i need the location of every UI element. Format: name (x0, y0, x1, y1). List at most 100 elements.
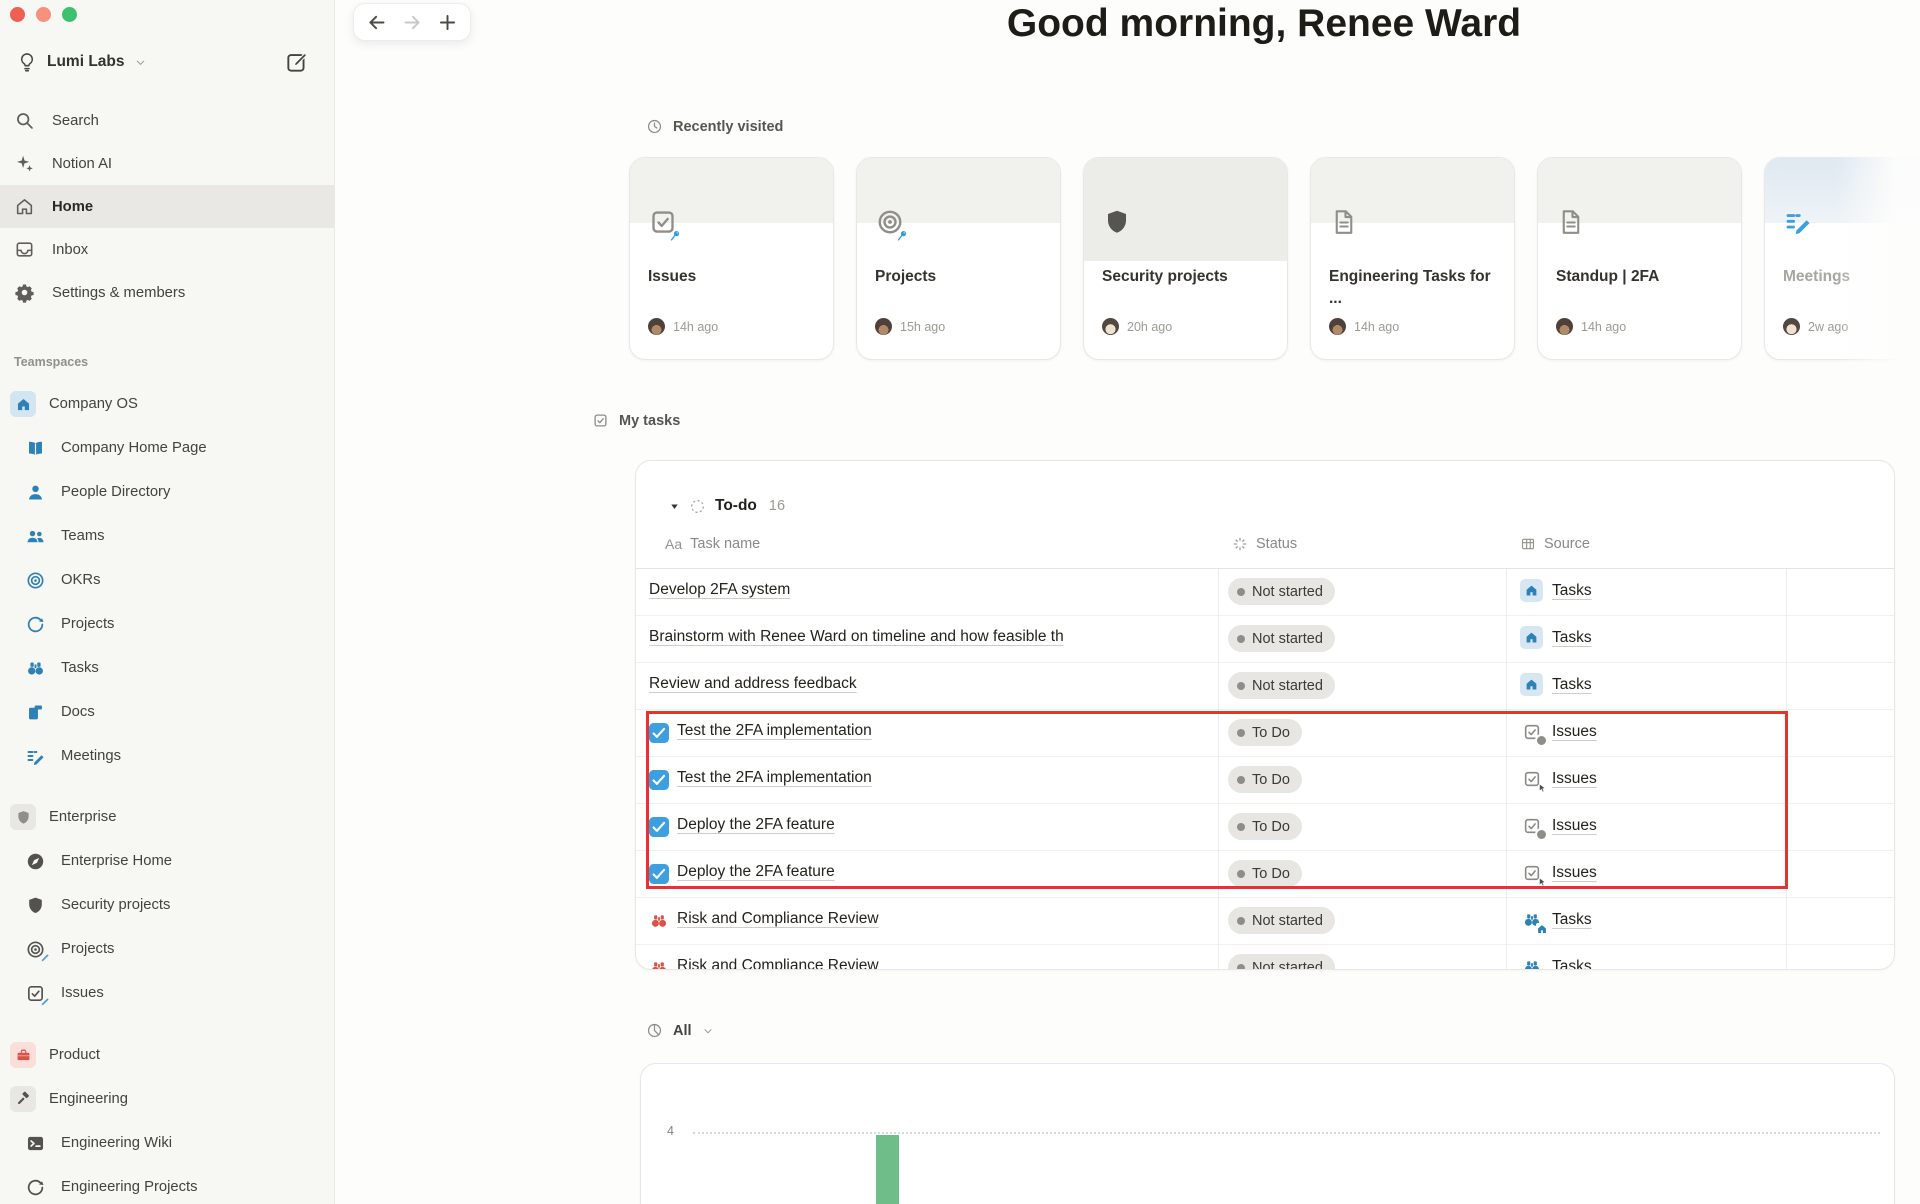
sidebar-section-header: Teamspaces (14, 355, 89, 369)
task-name-link[interactable]: Brainstorm with Renee Ward on timeline a… (649, 628, 1064, 646)
card-footer: 15h ago (875, 318, 945, 335)
source-link[interactable]: Tasks (1520, 673, 1592, 696)
task-checkbox[interactable] (649, 817, 669, 837)
recent-card-issues[interactable]: Issues 14h ago (629, 157, 834, 360)
task-name-link[interactable]: Review and address feedback (649, 675, 857, 693)
new-tab-button[interactable] (437, 12, 458, 33)
task-checkbox[interactable] (649, 770, 669, 790)
sidebar-item-docs[interactable]: Docs (0, 690, 334, 734)
sidebar-item-okrs[interactable]: OKRs (0, 558, 334, 602)
sidebar-item-label: Issues (61, 985, 104, 1001)
sidebar-item-notion-ai[interactable]: Notion AI (0, 142, 334, 185)
source-link[interactable]: Issues (1520, 720, 1597, 747)
binoculars-icon (649, 958, 669, 969)
task-row[interactable]: Risk and Compliance Review Not started Tas… (636, 898, 1894, 945)
status-pill[interactable]: Not started (1228, 907, 1335, 934)
zoom-button[interactable] (62, 7, 77, 22)
recent-card-standup-2fa[interactable]: Standup | 2FA 14h ago (1537, 157, 1742, 360)
sidebar-item-enterprise-home[interactable]: Enterprise Home (0, 839, 334, 883)
task-checkbox[interactable] (649, 723, 669, 743)
status-pill[interactable]: Not started (1228, 578, 1335, 605)
task-checkbox[interactable] (649, 864, 669, 884)
task-name-link[interactable]: Risk and Compliance Review (677, 910, 879, 928)
source-link[interactable]: Tasks (1520, 908, 1592, 935)
source-link[interactable]: Issues (1520, 767, 1597, 793)
chart-filter[interactable]: All (646, 1022, 714, 1039)
home-icon (14, 196, 35, 217)
card-title: Issues (648, 268, 697, 285)
recent-card-projects[interactable]: Projects 15h ago (856, 157, 1061, 360)
recent-card-security-projects[interactable]: Security projects 20h ago (1083, 157, 1288, 360)
task-name-link[interactable]: Test the 2FA implementation (677, 769, 872, 787)
column-header-label: Source (1544, 536, 1590, 552)
sidebar-item-security-projects[interactable]: Security projects (0, 883, 334, 927)
source-label: Issues (1552, 769, 1597, 787)
sidebar-item-home[interactable]: Home (0, 185, 334, 228)
task-name-link[interactable]: Risk and Compliance Review (677, 957, 879, 969)
sidebar-item-projects[interactable]: Projects (0, 602, 334, 646)
status-pill[interactable]: Not started (1228, 954, 1335, 969)
sidebar-item-product[interactable]: Product (0, 1033, 334, 1077)
status-pill[interactable]: To Do (1228, 766, 1302, 793)
sidebar-item-meetings[interactable]: Meetings (0, 734, 334, 778)
source-link[interactable]: Tasks (1520, 579, 1592, 602)
forward-button[interactable] (402, 12, 423, 33)
recent-card-engineering-tasks-for[interactable]: Engineering Tasks for ... 14h ago (1310, 157, 1515, 360)
status-pill[interactable]: Not started (1228, 672, 1335, 699)
sidebar-item-label: Enterprise Home (61, 853, 173, 869)
sidebar-item-people-directory[interactable]: People Directory (0, 470, 334, 514)
task-name-link[interactable]: Develop 2FA system (649, 581, 790, 599)
sidebar-item-engineering[interactable]: Engineering (0, 1077, 334, 1121)
refresh-icon (25, 614, 46, 635)
column-header-label: Status (1256, 536, 1298, 552)
sidebar-item-tasks[interactable]: Tasks (0, 646, 334, 690)
task-row[interactable]: Deploy the 2FA feature To Do Issues (636, 851, 1894, 898)
status-pill[interactable]: Not started (1228, 625, 1335, 652)
home-icon (1524, 630, 1539, 645)
card-timestamp: 15h ago (900, 319, 946, 334)
column-header-source[interactable]: Source (1520, 536, 1590, 552)
sidebar-item-issues[interactable]: Issues (0, 971, 334, 1015)
issues-database-icon (1520, 861, 1546, 887)
sidebar-item-inbox[interactable]: Inbox (0, 228, 334, 271)
task-row[interactable]: Test the 2FA implementation To Do Issues (636, 757, 1894, 804)
task-name-link[interactable]: Test the 2FA implementation (677, 722, 872, 740)
sidebar-item-engineering-wiki[interactable]: Engineering Wiki (0, 1121, 334, 1165)
back-button[interactable] (366, 12, 387, 33)
checkbox-icon (592, 412, 609, 429)
task-row[interactable]: Brainstorm with Renee Ward on timeline a… (636, 616, 1894, 663)
task-row[interactable]: Develop 2FA system Not started Tasks (636, 569, 1894, 616)
status-pill[interactable]: To Do (1228, 719, 1302, 746)
sidebar-item-company-home-page[interactable]: Company Home Page (0, 426, 334, 470)
task-name-link[interactable]: Deploy the 2FA feature (677, 863, 835, 881)
sidebar-item-teams[interactable]: Teams (0, 514, 334, 558)
sidebar-item-settings-members[interactable]: Settings & members (0, 271, 334, 314)
column-header-task-name[interactable]: Aa Task name (665, 536, 760, 552)
terminal-icon (25, 1133, 46, 1154)
sidebar-item-engineering-projects[interactable]: Engineering Projects (0, 1165, 334, 1204)
task-name-link[interactable]: Deploy the 2FA feature (677, 816, 835, 834)
status-pill[interactable]: To Do (1228, 813, 1302, 840)
source-link[interactable]: Issues (1520, 814, 1597, 841)
cursor-badge-icon (1536, 876, 1548, 888)
source-link[interactable]: Tasks (1520, 626, 1592, 649)
column-header-status[interactable]: Status (1232, 536, 1297, 552)
todo-group-header[interactable]: To-do 16 (669, 494, 785, 518)
close-button[interactable] (10, 7, 25, 22)
task-row[interactable]: Review and address feedback Not started Ta… (636, 663, 1894, 710)
cursor-badge-icon (1536, 782, 1548, 794)
workspace-switcher[interactable]: Lumi Labs (10, 44, 153, 80)
sidebar-item-projects[interactable]: Projects (0, 927, 334, 971)
status-pill[interactable]: To Do (1228, 860, 1302, 887)
sidebar-item-enterprise[interactable]: Enterprise (0, 795, 334, 839)
task-row[interactable]: Deploy the 2FA feature To Do Issues (636, 804, 1894, 851)
new-page-button[interactable] (285, 50, 310, 75)
task-row[interactable]: Risk and Compliance Review Not started Tas… (636, 945, 1894, 969)
source-link[interactable]: Tasks (1520, 955, 1592, 969)
source-link[interactable]: Issues (1520, 861, 1597, 887)
source-label: Tasks (1552, 581, 1592, 599)
sidebar-item-company-os[interactable]: Company OS (0, 382, 334, 426)
sidebar-item-search[interactable]: Search (0, 99, 334, 142)
task-row[interactable]: Test the 2FA implementation To Do Issues (636, 710, 1894, 757)
minimize-button[interactable] (36, 7, 51, 22)
